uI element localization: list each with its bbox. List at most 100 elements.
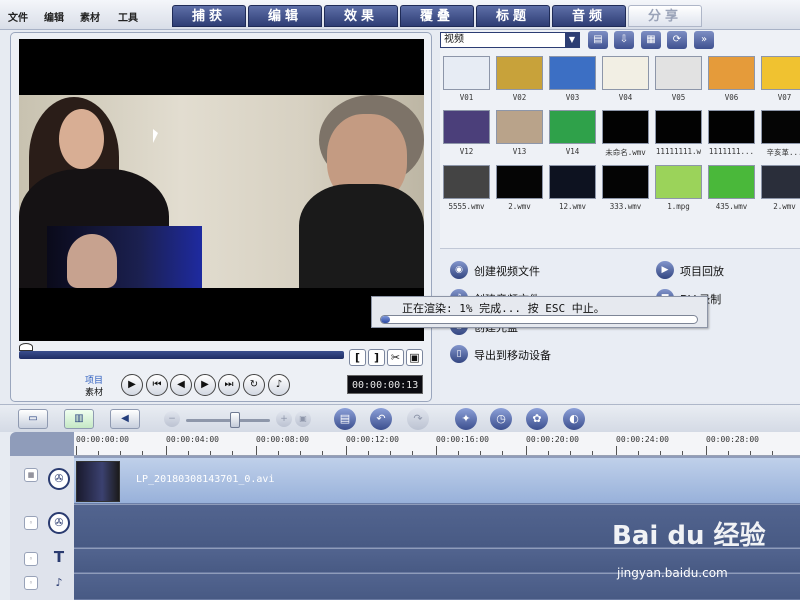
library-thumbnail[interactable]: V06 [708,56,755,104]
ruler-tick [638,451,639,455]
undo-icon[interactable]: ↶ [370,408,392,430]
library-thumbnail[interactable]: V14 [549,110,596,158]
insert-media-icon[interactable]: ▤ [334,408,356,430]
redo-icon[interactable]: ↷ [407,408,429,430]
ruler-tick [256,446,257,455]
thumbnail-image [708,110,755,144]
library-thumbnail[interactable]: 辛亥革... [761,110,800,158]
timeline-view-button[interactable]: ▥ [64,409,94,429]
video-preview[interactable] [19,39,424,341]
thumbnail-image [602,56,649,90]
play-icon[interactable]: ▶ [121,374,143,396]
render-progress-dialog: 正在渲染: 1% 完成... 按 ESC 中止。 [371,296,708,328]
timeline-toolbar: ▭ ▥ ◀ − + ▣ ▤ ↶ ↷ ✦ ◷ ✿ ◐ [0,404,800,432]
library-category-select[interactable]: 视频 ▼ [440,32,580,48]
mode-clip[interactable]: 素材 [85,385,103,398]
zoom-in-icon[interactable]: + [276,411,292,427]
library-thumbnail[interactable]: V13 [496,110,543,158]
library-thumbnail[interactable]: V07 [761,56,800,104]
library-thumbnail[interactable]: 12.wmv [549,165,596,213]
menu-file[interactable]: 文件 [8,9,28,24]
audio-view-button[interactable]: ◀ [110,409,140,429]
track-toggle-video[interactable]: ▦ [24,468,38,482]
library-thumbnail[interactable]: 1111111... [708,110,755,158]
clip-thumbnail[interactable] [76,461,120,502]
watermark-url: jingyan.baidu.com [617,566,728,580]
storyboard-view-button[interactable]: ▭ [18,409,48,429]
expand-icon[interactable]: » [694,31,714,49]
menu-tools[interactable]: 工具 [118,9,138,24]
library-thumbnail[interactable]: V05 [655,56,702,104]
tab-title[interactable]: 标题 [476,5,550,27]
menu-clip[interactable]: 素材 [80,9,100,24]
home-icon[interactable]: ⏮ [146,374,168,396]
library-thumbnail[interactable]: 435.wmv [708,165,755,213]
elder-body [299,184,424,288]
video-track[interactable]: LP_20180308143701_0.avi [74,458,800,504]
track-toggle-overlay[interactable]: ◦ [24,516,38,530]
tab-effect[interactable]: 效果 [324,5,398,27]
scrubber-bar[interactable] [19,351,344,359]
zoom-slider-track[interactable] [186,419,270,422]
overlay-track-icon[interactable]: ✇ [48,512,70,534]
tab-capture[interactable]: 捕获 [172,5,246,27]
folder-icon[interactable]: ▤ [588,31,608,49]
library-thumbnail[interactable]: V03 [549,56,596,104]
library-thumbnail[interactable]: V12 [443,110,490,158]
zoom-slider-thumb[interactable] [230,412,240,428]
title-track-icon[interactable]: T [48,548,70,570]
video-track-icon[interactable]: ✇ [48,468,70,490]
ruler-tick [526,446,527,455]
ruler-tick [682,451,683,455]
repeat-icon[interactable]: ↻ [243,374,265,396]
library-thumbnail[interactable]: 5555.wmv [443,165,490,213]
library-thumbnail[interactable]: 2.wmv [761,165,800,213]
library-thumbnail[interactable]: V01 [443,56,490,104]
import-icon[interactable]: ⇩ [614,31,634,49]
mark-in-button[interactable]: [ [349,349,366,366]
sort-icon[interactable]: ⟳ [667,31,687,49]
voice-track-icon[interactable]: ♪ [48,574,70,596]
timeline-ruler[interactable]: 00:00:00:00 00:00:04:00 00:00:08:00 00:00:1… [74,432,800,456]
tab-edit[interactable]: 编辑 [248,5,322,27]
tab-share[interactable]: 分享 [628,5,702,27]
next-frame-icon[interactable]: ▶ [194,374,216,396]
prev-frame-icon[interactable]: ◀ [170,374,192,396]
play-range-icon[interactable]: ◐ [563,408,585,430]
ruler-tick [166,446,167,455]
library-thumbnail[interactable]: 333.wmv [602,165,649,213]
library-thumbnail[interactable]: 未命名.wmv [602,110,649,158]
thumbnail-image [443,165,490,199]
thumbnail-label: V13 [512,147,527,156]
ruler-tick [98,451,99,455]
fit-project-icon[interactable]: ▣ [295,411,311,427]
library-thumbnail[interactable]: V02 [496,56,543,104]
menu-edit[interactable]: 编辑 [44,9,64,24]
thumbnail-label: V03 [565,93,580,102]
zoom-out-icon[interactable]: − [164,411,180,427]
library-thumbnail[interactable]: 11111111.w [655,110,702,158]
thumbnail-label: 435.wmv [715,202,748,211]
scrubber-marker[interactable] [19,343,33,351]
track-toggle-title[interactable]: ◦ [24,552,38,566]
track-toggle-voice[interactable]: ◦ [24,576,38,590]
end-icon[interactable]: ⏭ [218,374,240,396]
grid-view-icon[interactable]: ▦ [641,31,661,49]
ruler-tick [706,446,707,455]
library-thumbnail[interactable]: 1.mpg [655,165,702,213]
volume-icon[interactable]: ♪ [268,374,290,396]
thumbnail-image [443,110,490,144]
chapter-point-icon[interactable]: ✿ [526,408,548,430]
track-manager-icon[interactable]: ◷ [490,408,512,430]
ruler-tick [502,451,503,455]
timecode-display[interactable]: 00:00:00:13 [347,375,423,394]
chevron-down-icon[interactable]: ▼ [565,33,579,47]
smart-proxy-icon[interactable]: ✦ [455,408,477,430]
library-thumbnail[interactable]: 2.wmv [496,165,543,213]
enlarge-icon[interactable]: ▣ [406,349,423,366]
library-thumbnail[interactable]: V04 [602,56,649,104]
tab-audio[interactable]: 音频 [552,5,626,27]
tab-overlay[interactable]: 覆叠 [400,5,474,27]
mark-out-button[interactable]: ] [368,349,385,366]
scissors-icon[interactable]: ✂ [387,349,404,366]
